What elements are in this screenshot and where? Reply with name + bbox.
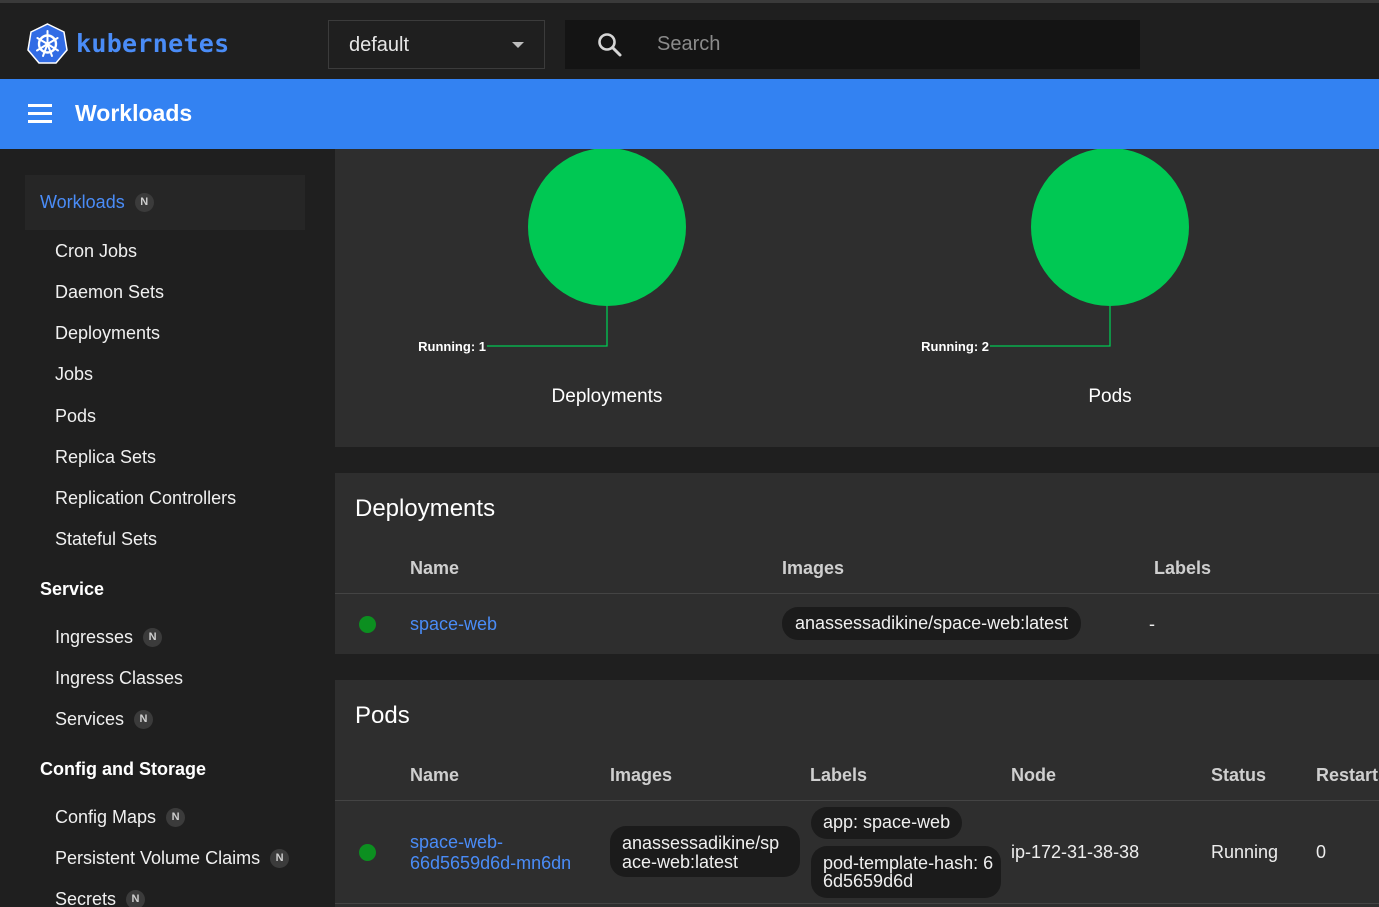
sidebar-section-service[interactable]: Service	[40, 579, 104, 600]
pods-status-chart: Running: 2 Pods	[921, 149, 1189, 407]
sidebar-item-ingresses[interactable]: Ingresses N	[55, 627, 163, 648]
sidebar-item-persistent-volume-claims[interactable]: Persistent Volume Claims N	[55, 848, 290, 869]
pods-running-label: Running: 2	[921, 339, 989, 354]
image-chip: anassessadikine/space-web:latest	[782, 607, 1082, 640]
pods-chart-title: Pods	[1088, 386, 1131, 407]
menu-icon[interactable]	[28, 104, 52, 124]
caret-down-icon	[512, 42, 524, 48]
kubernetes-helm-icon	[27, 23, 68, 64]
label-chip-line: pod-template-hash: 6	[823, 853, 994, 873]
sidebar: Workloads N Cron Jobs Daemon Sets Deploy…	[0, 149, 335, 907]
node-cell: ip-172-31-38-38	[1011, 842, 1140, 862]
column-header-images[interactable]: Images	[782, 558, 844, 579]
sidebar-item-label: Ingress Classes	[55, 668, 184, 688]
column-header-labels[interactable]: Labels	[810, 765, 867, 786]
pods-leader-line	[990, 306, 1111, 347]
sidebar-item-cron-jobs[interactable]: Cron Jobs	[55, 241, 137, 262]
namespaced-badge: N	[270, 849, 290, 868]
pods-card: Pods Name Images Labels Node Status Rest…	[335, 680, 1379, 907]
status-ok-icon	[359, 844, 376, 861]
pod-name-line: space-web-	[410, 832, 504, 852]
namespace-value: default	[349, 34, 410, 56]
workload-status-card: Running: 1 Deployments Running: 2 Pods	[335, 149, 1379, 447]
status-ok-icon	[359, 616, 376, 633]
kubernetes-logo[interactable]: kubernetes	[27, 23, 230, 64]
labels-cell: -	[1149, 614, 1155, 634]
deployments-leader-line	[487, 306, 608, 347]
app-name: kubernetes	[76, 29, 230, 58]
sidebar-item-label: Config Maps	[55, 807, 157, 827]
row-divider	[335, 903, 1379, 904]
sidebar-item-config-maps[interactable]: Config Maps N	[55, 807, 186, 828]
image-chip-line: ace-web:latest	[622, 852, 739, 872]
column-header-status[interactable]: Status	[1211, 765, 1266, 786]
column-header-name[interactable]: Name	[410, 765, 459, 786]
page-header: Workloads	[0, 79, 1379, 149]
pods-running-slice[interactable]	[1031, 149, 1189, 306]
restarts-cell: 0	[1316, 842, 1327, 862]
sidebar-item-label: Services	[55, 709, 125, 729]
sidebar-item-label: Persistent Volume Claims	[55, 848, 261, 868]
pod-name-line: 66d5659d6d-mn6dn	[410, 853, 572, 873]
sidebar-item-daemon-sets[interactable]: Daemon Sets	[55, 282, 164, 303]
pods-card-title: Pods	[355, 702, 410, 729]
sidebar-item-pods[interactable]: Pods	[55, 406, 96, 427]
deployments-chart-title: Deployments	[552, 386, 663, 407]
sidebar-item-label: Workloads	[40, 192, 125, 212]
sidebar-section-config-and-storage[interactable]: Config and Storage	[40, 759, 206, 780]
namespaced-badge: N	[166, 808, 186, 827]
column-header-images[interactable]: Images	[610, 765, 672, 786]
column-header-node[interactable]: Node	[1011, 765, 1056, 786]
deployment-name-link[interactable]: space-web	[410, 614, 497, 635]
image-chip: anassessadikine/sp ace-web:latest	[610, 826, 800, 877]
sidebar-item-stateful-sets[interactable]: Stateful Sets	[55, 529, 157, 550]
status-charts: Running: 1 Deployments Running: 2 Pods	[418, 149, 1189, 407]
namespace-select[interactable]: default	[328, 20, 545, 69]
sidebar-item-label: Ingresses	[55, 627, 134, 647]
sidebar-item-jobs[interactable]: Jobs	[55, 364, 93, 385]
sidebar-item-workloads-link[interactable]: Workloads N	[40, 192, 154, 213]
deployments-running-label: Running: 1	[418, 339, 486, 354]
top-bar: kubernetes default	[0, 0, 1379, 79]
search-icon[interactable]	[597, 32, 623, 58]
column-header-labels[interactable]: Labels	[1154, 558, 1211, 579]
namespaced-badge: N	[134, 193, 154, 212]
label-chip: app: space-web	[811, 807, 963, 839]
header-divider	[335, 593, 1379, 594]
sidebar-item-label: Secrets	[55, 889, 117, 907]
namespaced-badge: N	[134, 710, 154, 729]
sidebar-item-deployments[interactable]: Deployments	[55, 323, 160, 344]
status-cell: Running	[1211, 842, 1279, 862]
column-header-name[interactable]: Name	[410, 558, 459, 579]
sidebar-item-ingress-classes[interactable]: Ingress Classes	[55, 668, 183, 689]
namespaced-badge: N	[143, 628, 163, 647]
search-input[interactable]	[657, 29, 1117, 59]
sidebar-item-services[interactable]: Services N	[55, 709, 154, 730]
page-title: Workloads	[75, 100, 193, 126]
deployments-running-slice[interactable]	[528, 149, 686, 306]
column-header-restarts[interactable]: Restarts	[1316, 765, 1379, 786]
namespaced-badge: N	[126, 890, 146, 907]
sidebar-item-replication-controllers[interactable]: Replication Controllers	[55, 488, 236, 509]
header-divider	[335, 800, 1379, 801]
deployments-card-title: Deployments	[355, 495, 496, 522]
deployments-card: Deployments Name Images Labels space-web…	[335, 473, 1379, 654]
label-chip-line: 6d5659d6d	[823, 871, 914, 891]
sidebar-item-replica-sets[interactable]: Replica Sets	[55, 447, 156, 468]
pod-name-link[interactable]: space-web- 66d5659d6d-mn6dn	[410, 832, 571, 874]
deployments-status-chart: Running: 1 Deployments	[418, 149, 686, 407]
image-chip-line: anassessadikine/sp	[622, 833, 780, 853]
search-bar	[565, 20, 1140, 69]
label-chip: pod-template-hash: 6 6d5659d6d	[811, 846, 1001, 898]
sidebar-item-secrets[interactable]: Secrets N	[55, 889, 146, 907]
